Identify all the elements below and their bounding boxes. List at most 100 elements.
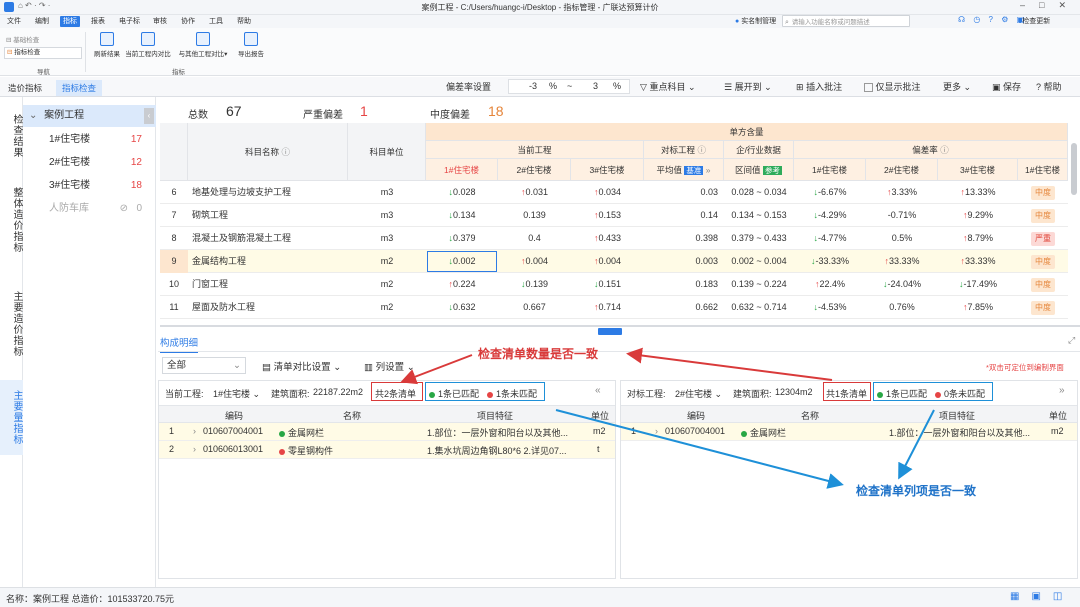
show-note-only-checkbox[interactable]: 仅显示批注 bbox=[864, 80, 921, 94]
more-button[interactable]: 更多 ⌄ bbox=[943, 80, 971, 94]
subject-name-header[interactable]: 科目名称 ⓘ bbox=[188, 123, 348, 181]
key-subject-button[interactable]: ▽ 重点科目 ⌄ bbox=[640, 80, 696, 94]
menu-report[interactable]: 报表 bbox=[88, 16, 108, 27]
cell-lvl[interactable]: 中度 bbox=[1018, 296, 1068, 319]
cell-range[interactable]: 0.379 ~ 0.433 bbox=[724, 227, 794, 250]
cell-avg[interactable]: 0.183 bbox=[644, 273, 724, 296]
col-level[interactable]: 1#住宅楼 bbox=[1018, 159, 1068, 181]
rail-main-cost[interactable]: 主要造价指标 bbox=[0, 281, 23, 367]
collapse-left-icon[interactable]: « bbox=[595, 385, 601, 396]
cell-p3[interactable]: ↑13.33% bbox=[938, 181, 1018, 204]
cell-v2[interactable]: ↑0.004 bbox=[498, 250, 571, 273]
table-row[interactable]: 7 砌筑工程 m3 ↓0.134 0.139 ↑0.153 0.14 0.134 ~ 0.15… bbox=[160, 204, 1068, 227]
cell-avg[interactable]: 0.398 bbox=[644, 227, 724, 250]
tree-item[interactable]: 3#住宅楼 18 bbox=[23, 175, 156, 197]
rail-main-quantity[interactable]: 主要量指标 bbox=[0, 380, 23, 455]
cell-p2[interactable]: ↑33.33% bbox=[866, 250, 938, 273]
cell-no[interactable]: 8 bbox=[160, 227, 188, 250]
cell-p1[interactable]: ↓-33.33% bbox=[794, 250, 866, 273]
cell-unit[interactable]: m2 bbox=[348, 296, 426, 319]
cell-v3[interactable]: ↑0.714 bbox=[571, 296, 644, 319]
current-project-select[interactable]: 1#住宅楼 ⌄ bbox=[213, 387, 260, 400]
cell-name[interactable]: 屋面及防水工程 bbox=[188, 296, 348, 319]
cell-name[interactable]: 混凝土及钢筋混凝土工程 bbox=[188, 227, 348, 250]
cell-v3[interactable]: ↓0.151 bbox=[571, 273, 644, 296]
cell-v3[interactable]: ↑0.153 bbox=[571, 204, 644, 227]
cell-p2[interactable]: 0.5% bbox=[866, 227, 938, 250]
cell-p1[interactable]: ↓-4.29% bbox=[794, 204, 866, 227]
cell-avg[interactable]: 0.14 bbox=[644, 204, 724, 227]
table-row[interactable]: 8 混凝土及钢筋混凝土工程 m3 ↓0.379 0.4 ↑0.433 0.398 0.379 … bbox=[160, 227, 1068, 250]
realname-link[interactable]: ● 实名制管理 bbox=[735, 16, 776, 26]
cell-no[interactable]: 7 bbox=[160, 204, 188, 227]
cell-lvl[interactable]: 中度 bbox=[1018, 181, 1068, 204]
cell-range[interactable]: 0.134 ~ 0.153 bbox=[724, 204, 794, 227]
cell-p3[interactable]: ↑8.79% bbox=[938, 227, 1018, 250]
cell-p1[interactable]: ↓-4.77% bbox=[794, 227, 866, 250]
cell-lvl[interactable]: 中度 bbox=[1018, 204, 1068, 227]
insert-note-button[interactable]: ⊞ 插入批注 bbox=[796, 80, 842, 94]
tab-index-check[interactable]: 指标检查 bbox=[56, 80, 103, 96]
search-box[interactable]: ⌕ 请输入功能名称或问题描述 bbox=[782, 15, 910, 27]
compare-setting-button[interactable]: ▤ 清单对比设置 ⌄ bbox=[262, 359, 341, 373]
menu-ebid[interactable]: 电子标 bbox=[116, 16, 143, 27]
cell-v1[interactable]: ↓0.002 bbox=[426, 250, 498, 273]
cell-range[interactable]: 0.139 ~ 0.224 bbox=[724, 273, 794, 296]
cell-no[interactable]: 6 bbox=[160, 181, 188, 204]
cell-v3[interactable]: ↑0.034 bbox=[571, 181, 644, 204]
cell-p1[interactable]: ↓-6.67% bbox=[794, 181, 866, 204]
menu-help[interactable]: 帮助 bbox=[234, 16, 254, 27]
cell-avg[interactable]: 0.662 bbox=[644, 296, 724, 319]
table-row[interactable]: 1 › 010607004001 金属网栏 1.部位：一层外窗和阳台以及其他..… bbox=[159, 423, 615, 441]
cell-unit[interactable]: m3 bbox=[348, 204, 426, 227]
cell-avg[interactable]: 0.003 bbox=[644, 250, 724, 273]
compare-current-button[interactable]: 当前工程内对比 bbox=[124, 32, 172, 58]
column-setting-button[interactable]: ▥ 列设置 ⌄ bbox=[364, 359, 415, 373]
cell-avg[interactable]: 0.03 bbox=[644, 181, 724, 204]
cell-range[interactable]: 0.028 ~ 0.034 bbox=[724, 181, 794, 204]
menu-file[interactable]: 文件 bbox=[4, 16, 24, 27]
tree-root[interactable]: ⌄ 案例工程 ‹ bbox=[23, 105, 156, 127]
cell-name[interactable]: 金属结构工程 bbox=[188, 250, 348, 273]
save-button[interactable]: ▣ 保存 bbox=[992, 80, 1021, 94]
cell-name[interactable]: 砌筑工程 bbox=[188, 204, 348, 227]
nav-index-check[interactable]: ⊟ 指标检查 bbox=[4, 47, 82, 59]
cell-p2[interactable]: -0.71% bbox=[866, 204, 938, 227]
col-dev-1[interactable]: 1#住宅楼 bbox=[794, 159, 866, 181]
cell-v2[interactable]: ↑0.031 bbox=[498, 181, 571, 204]
table-row[interactable]: 10 门窗工程 m2 ↑0.224 ↓0.139 ↓0.151 0.183 0.139 ~ 0… bbox=[160, 273, 1068, 296]
menu-edit[interactable]: 编制 bbox=[32, 16, 52, 27]
nav-basic-check[interactable]: ⊟ 基础检查 bbox=[6, 34, 39, 44]
cell-v1[interactable]: ↓0.028 bbox=[426, 181, 498, 204]
expand-to-button[interactable]: ☰ 展开到 ⌄ bbox=[724, 80, 772, 94]
cell-name[interactable]: 地基处理与边坡支护工程 bbox=[188, 181, 348, 204]
export-report-button[interactable]: 导出报告 bbox=[234, 32, 268, 58]
cell-v1[interactable]: ↓0.632 bbox=[426, 296, 498, 319]
table-row[interactable]: 2 › 010606013001 零星钢构件 1.集水坑周边角钢L80*6 2.… bbox=[159, 441, 615, 459]
help-button[interactable]: ? 帮助 bbox=[1036, 80, 1062, 94]
menu-tools[interactable]: 工具 bbox=[206, 16, 226, 27]
cell-v1[interactable]: ↓0.134 bbox=[426, 204, 498, 227]
cell-lvl[interactable]: 中度 bbox=[1018, 273, 1068, 296]
col-current-3[interactable]: 3#住宅楼 bbox=[571, 159, 644, 181]
deviation-range[interactable]: -3 % ~ 3 % bbox=[508, 79, 630, 94]
header-tool-icons[interactable]: ☊ ◷ ? ⚙ ▣ bbox=[958, 15, 1027, 24]
cell-p2[interactable]: ↓-24.04% bbox=[866, 273, 938, 296]
splitter[interactable] bbox=[160, 325, 1080, 327]
cell-unit[interactable]: m3 bbox=[348, 181, 426, 204]
collapse-panel-icon[interactable]: ‹ bbox=[144, 108, 154, 124]
deviation-low-input[interactable]: -3 bbox=[529, 81, 537, 91]
subject-unit-header[interactable]: 科目单位 bbox=[348, 123, 426, 181]
tree-item[interactable]: 人防车库 ⊘ 0 bbox=[23, 198, 156, 220]
cell-no[interactable]: 11 bbox=[160, 296, 188, 319]
chevron-right-icon[interactable]: › bbox=[193, 444, 196, 454]
cell-unit[interactable]: m3 bbox=[348, 227, 426, 250]
eye-hidden-icon[interactable]: ⊘ bbox=[120, 198, 128, 220]
cell-v3[interactable]: ↑0.433 bbox=[571, 227, 644, 250]
cell-lvl[interactable]: 中度 bbox=[1018, 250, 1068, 273]
col-dev-3[interactable]: 3#住宅楼 bbox=[938, 159, 1018, 181]
cell-name[interactable]: 门窗工程 bbox=[188, 273, 348, 296]
menu-review[interactable]: 审核 bbox=[150, 16, 170, 27]
cell-lvl[interactable]: 严重 bbox=[1018, 227, 1068, 250]
expand-panel-icon[interactable]: ⤢ bbox=[1068, 335, 1075, 346]
